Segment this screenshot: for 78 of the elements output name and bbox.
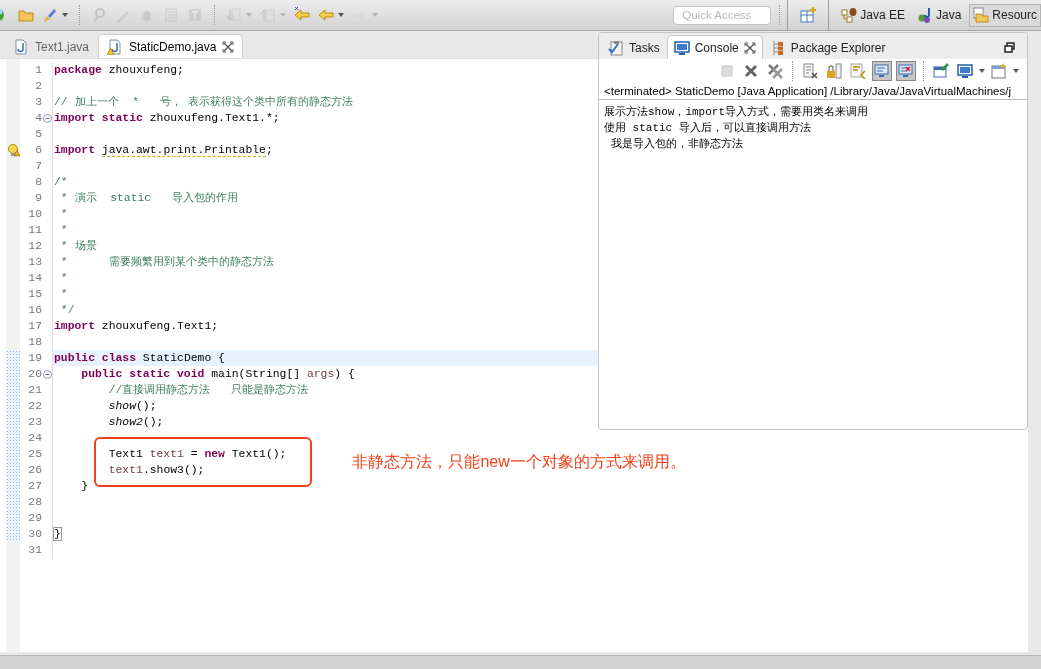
line-number: 10 — [27, 207, 42, 222]
annotation-note: 非静态方法，只能new一个对象的方式来调用。 — [352, 452, 686, 472]
line-number: 22 — [27, 399, 42, 414]
console-output-line: 我是导入包的，非静态方法 — [609, 137, 744, 152]
perspective-button[interactable]: Java — [912, 3, 966, 27]
line-number: 17 — [27, 319, 42, 334]
line-number: 1 — [34, 63, 42, 78]
code-line: import java.awt.print.Printable; — [54, 144, 273, 157]
code-line: //直接调用静态方法 只能是静态方法 — [107, 384, 308, 396]
code-line: * 演示 static 导入包的作用 — [59, 192, 238, 204]
spheres-icon — [916, 5, 933, 25]
code-line: // 加上一个 * 号， 表示获得这个类中所有的静态方法 — [54, 96, 354, 108]
line-number: 24 — [27, 431, 42, 446]
line-number: 2 — [34, 79, 42, 94]
code-line: /* — [54, 176, 68, 188]
code-line: } — [80, 480, 89, 492]
code-line: * — [59, 224, 68, 236]
line-number: 30 — [27, 527, 42, 542]
line-number: 12 — [27, 239, 42, 254]
line-number: 13 — [27, 255, 42, 270]
editor-tab[interactable]: StaticDemo.java — [98, 34, 244, 58]
view-tab[interactable]: Console — [666, 35, 763, 59]
code-line: text1.show3(); — [107, 464, 205, 476]
line-number: 9 — [34, 191, 42, 206]
folder-icon — [973, 5, 990, 25]
code-line: Text1 text1 = new Text1(); — [107, 448, 287, 460]
perspective-button[interactable]: Resourc — [969, 3, 1041, 27]
monitor-icon[interactable] — [896, 61, 916, 81]
document-arrow-icon[interactable] — [848, 61, 868, 81]
editor-tab[interactable]: Text1.java — [4, 34, 99, 58]
line-number: 27 — [27, 479, 42, 494]
code-line: * — [59, 208, 68, 220]
console-header: <terminated> StaticDemo [Java Application] /Library/Java/JavaVirtualMachines/j — [599, 83, 1027, 100]
window-pin-icon[interactable] — [931, 61, 951, 81]
line-number: 20 — [27, 367, 42, 382]
line-number: 14 — [27, 271, 42, 286]
quick-access-field[interactable]: Quick Access — [673, 5, 772, 25]
code-line: package zhouxufeng; — [54, 64, 184, 76]
line-number: 31 — [27, 543, 42, 558]
code-line: import static zhouxufeng.Text1.*; — [54, 112, 280, 124]
line-number: 23 — [27, 415, 42, 430]
code-line: * 场景 — [59, 240, 97, 252]
view-tab[interactable]: Tasks — [601, 35, 667, 59]
document-icon[interactable] — [800, 61, 820, 81]
monitor-icon[interactable] — [955, 61, 975, 81]
line-number: 8 — [34, 175, 42, 190]
code-line: * — [59, 272, 68, 284]
line-number: 3 — [34, 95, 42, 110]
double-x-icon[interactable] — [765, 61, 785, 81]
line-number: 7 — [34, 159, 42, 174]
monitor-icon[interactable] — [872, 61, 892, 81]
beans-icon — [841, 5, 858, 25]
console-output-line: 使用 static 导入后，可以直接调用方法 — [604, 121, 812, 136]
code-line: public class StaticDemo { — [54, 352, 225, 364]
perspective-button[interactable]: Java EE — [837, 3, 909, 27]
console-output-line: 展示方法show，import导入方式，需要用类名来调用 — [604, 105, 869, 120]
code-line: import zhouxufeng.Text1; — [54, 320, 219, 332]
line-number: 5 — [34, 127, 42, 142]
code-line: show2(); — [107, 416, 164, 428]
line-number: 28 — [27, 495, 42, 510]
view-tab[interactable]: Package Explorer — [762, 35, 893, 59]
code-line: */ — [59, 304, 75, 316]
line-number: 16 — [27, 303, 42, 318]
code-line: * — [59, 288, 68, 300]
line-number: 19 — [27, 351, 42, 366]
line-number: 25 — [27, 447, 42, 462]
code-line: } — [54, 528, 61, 540]
line-number: 21 — [27, 383, 42, 398]
code-line: show(); — [107, 400, 157, 412]
line-number: 11 — [27, 223, 42, 238]
line-number: 6 — [34, 143, 42, 158]
line-number: 15 — [27, 287, 42, 302]
line-number: 18 — [27, 335, 42, 350]
line-number: 26 — [27, 463, 42, 478]
line-number: 29 — [27, 511, 42, 526]
line-number: 4 — [34, 111, 42, 126]
code-line: public static void main(String[] args) { — [80, 368, 355, 380]
code-line: * 需要频繁用到某个类中的静态方法 — [59, 256, 274, 268]
